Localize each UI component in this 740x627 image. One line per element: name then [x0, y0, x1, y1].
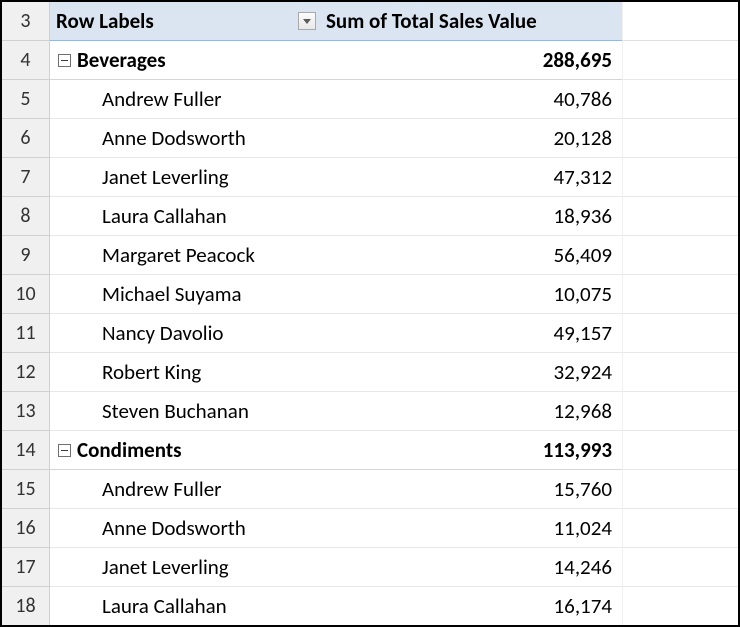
item-name-cell[interactable]: Nancy Davolio [50, 314, 320, 353]
row-number[interactable]: 6 [2, 119, 50, 158]
row-number[interactable]: 5 [2, 80, 50, 119]
row-number[interactable]: 10 [2, 275, 50, 314]
minus-icon [61, 57, 68, 64]
row-number[interactable]: 8 [2, 197, 50, 236]
empty-cell[interactable] [622, 119, 738, 158]
item-value-cell[interactable]: 14,246 [320, 548, 622, 587]
row-number[interactable]: 7 [2, 158, 50, 197]
group-label-cell[interactable]: Condiments [50, 431, 320, 470]
table-row: 5 Andrew Fuller 40,786 [2, 80, 738, 119]
empty-cell[interactable] [622, 314, 738, 353]
item-value-cell[interactable]: 56,409 [320, 236, 622, 275]
group-name: Beverages [77, 47, 166, 73]
group-total-cell[interactable]: 113,993 [320, 431, 622, 470]
item-value-cell[interactable]: 16,174 [320, 587, 622, 626]
row-number[interactable]: 12 [2, 353, 50, 392]
row-number[interactable]: 4 [2, 41, 50, 80]
empty-cell[interactable] [622, 392, 738, 431]
collapse-toggle[interactable] [58, 444, 71, 457]
row-number[interactable]: 18 [2, 587, 50, 626]
sum-header-text: Sum of Total Sales Value [326, 8, 537, 34]
minus-icon [61, 447, 68, 454]
row-number[interactable]: 15 [2, 470, 50, 509]
group-name: Condiments [77, 437, 182, 463]
table-row: 7 Janet Leverling 47,312 [2, 158, 738, 197]
group-row: 14 Condiments 113,993 [2, 431, 738, 470]
empty-cell[interactable] [622, 41, 738, 80]
empty-cell[interactable] [622, 509, 738, 548]
chevron-down-icon [303, 19, 311, 24]
item-value-cell[interactable]: 12,968 [320, 392, 622, 431]
item-name-cell[interactable]: Andrew Fuller [50, 470, 320, 509]
item-name-cell[interactable]: Laura Callahan [50, 587, 320, 626]
item-name-cell[interactable]: Steven Buchanan [50, 392, 320, 431]
item-name-cell[interactable]: Janet Leverling [50, 548, 320, 587]
item-name-cell[interactable]: Andrew Fuller [50, 80, 320, 119]
item-name-cell[interactable]: Robert King [50, 353, 320, 392]
item-value-cell[interactable]: 47,312 [320, 158, 622, 197]
item-value-cell[interactable]: 18,936 [320, 197, 622, 236]
sum-header[interactable]: Sum of Total Sales Value [320, 2, 622, 41]
table-row: 15 Andrew Fuller 15,760 [2, 470, 738, 509]
table-row: 9 Margaret Peacock 56,409 [2, 236, 738, 275]
row-labels-text: Row Labels [56, 8, 154, 34]
pivot-table-sheet: 3 Row Labels Sum of Total Sales Value 4 … [0, 0, 740, 627]
table-row: 18 Laura Callahan 16,174 [2, 587, 738, 626]
table-row: 17 Janet Leverling 14,246 [2, 548, 738, 587]
row-number[interactable]: 17 [2, 548, 50, 587]
item-value-cell[interactable]: 15,760 [320, 470, 622, 509]
item-name-cell[interactable]: Laura Callahan [50, 197, 320, 236]
empty-cell[interactable] [622, 470, 738, 509]
row-labels-header[interactable]: Row Labels [50, 2, 320, 41]
table-row: 10 Michael Suyama 10,075 [2, 275, 738, 314]
empty-cell[interactable] [622, 80, 738, 119]
table-row: 13 Steven Buchanan 12,968 [2, 392, 738, 431]
pivot-header-row: 3 Row Labels Sum of Total Sales Value [2, 2, 738, 41]
item-name-cell[interactable]: Anne Dodsworth [50, 509, 320, 548]
group-row: 4 Beverages 288,695 [2, 41, 738, 80]
item-name-cell[interactable]: Anne Dodsworth [50, 119, 320, 158]
row-number[interactable]: 11 [2, 314, 50, 353]
item-value-cell[interactable]: 11,024 [320, 509, 622, 548]
item-name-cell[interactable]: Margaret Peacock [50, 236, 320, 275]
row-number[interactable]: 16 [2, 509, 50, 548]
row-number[interactable]: 13 [2, 392, 50, 431]
item-value-cell[interactable]: 40,786 [320, 80, 622, 119]
item-name-cell[interactable]: Michael Suyama [50, 275, 320, 314]
table-row: 12 Robert King 32,924 [2, 353, 738, 392]
table-row: 16 Anne Dodsworth 11,024 [2, 509, 738, 548]
item-value-cell[interactable]: 10,075 [320, 275, 622, 314]
item-value-cell[interactable]: 20,128 [320, 119, 622, 158]
empty-cell[interactable] [622, 548, 738, 587]
table-row: 6 Anne Dodsworth 20,128 [2, 119, 738, 158]
collapse-toggle[interactable] [58, 54, 71, 67]
empty-cell[interactable] [622, 197, 738, 236]
row-number[interactable]: 3 [2, 2, 50, 41]
filter-dropdown-button[interactable] [298, 12, 316, 30]
row-number[interactable]: 14 [2, 431, 50, 470]
empty-cell[interactable] [622, 158, 738, 197]
row-number[interactable]: 9 [2, 236, 50, 275]
empty-cell[interactable] [622, 2, 738, 41]
item-name-cell[interactable]: Janet Leverling [50, 158, 320, 197]
item-value-cell[interactable]: 49,157 [320, 314, 622, 353]
table-row: 8 Laura Callahan 18,936 [2, 197, 738, 236]
empty-cell[interactable] [622, 236, 738, 275]
group-label-cell[interactable]: Beverages [50, 41, 320, 80]
empty-cell[interactable] [622, 431, 738, 470]
table-row: 11 Nancy Davolio 49,157 [2, 314, 738, 353]
empty-cell[interactable] [622, 587, 738, 626]
empty-cell[interactable] [622, 275, 738, 314]
group-total-cell[interactable]: 288,695 [320, 41, 622, 80]
item-value-cell[interactable]: 32,924 [320, 353, 622, 392]
empty-cell[interactable] [622, 353, 738, 392]
